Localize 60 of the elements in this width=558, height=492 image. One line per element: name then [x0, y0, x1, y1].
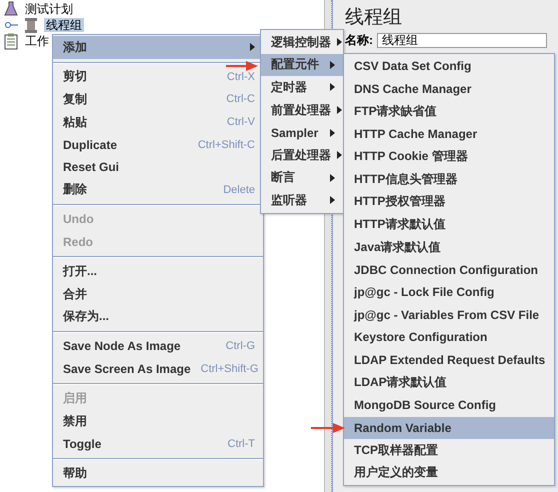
name-field[interactable]: 线程组 — [377, 33, 547, 48]
spool-icon — [23, 16, 39, 34]
menu-item[interactable]: 保存为... — [53, 306, 263, 328]
menu-item[interactable]: 粘贴 Ctrl-V — [53, 110, 263, 134]
menu-item[interactable]: HTTP Cookie 管理器 — [344, 145, 554, 168]
menu-item[interactable]: 打开... — [53, 260, 263, 283]
menu-item[interactable]: jp@gc - Lock File Config — [344, 280, 554, 304]
pointer-arrow — [311, 422, 345, 434]
shortcut-label: Ctrl-T — [228, 438, 255, 450]
flask-icon — [4, 1, 18, 17]
menu-item[interactable]: Duplicate Ctrl+Shift-C — [53, 133, 263, 156]
menu-item[interactable]: Toggle Ctrl-T — [53, 432, 263, 456]
tree-node[interactable]: 工作 — [23, 34, 51, 48]
menu-item[interactable]: Random Variable — [344, 416, 554, 440]
menu-item[interactable]: Save Screen As Image Ctrl+Shift-G — [53, 358, 263, 380]
shortcut-label: Delete — [223, 184, 255, 196]
menu-item[interactable]: jp@gc - Variables From CSV File — [344, 304, 554, 326]
menu-item[interactable]: 帮助 — [53, 462, 263, 485]
panel-title: 线程组 — [345, 7, 403, 29]
menu-item[interactable]: 删除 Delete — [53, 178, 263, 202]
menu-item[interactable]: MongoDB Source Config — [344, 394, 554, 416]
menu-item[interactable]: DNS Cache Manager — [344, 78, 554, 100]
menu-item[interactable]: 复制 Ctrl-C — [53, 88, 263, 111]
menu-item[interactable]: JDBC Connection Configuration — [344, 258, 554, 281]
menu-item[interactable]: 用户定义的变量 — [344, 462, 554, 484]
menu-item[interactable]: LDAP Extended Request Defaults — [344, 348, 554, 372]
tree-connector-icon — [4, 21, 18, 29]
menu-item[interactable]: Keystore Configuration — [344, 326, 554, 349]
menu-item[interactable]: FTP请求缺省值 — [344, 100, 554, 123]
menu-item[interactable]: Sampler — [261, 121, 343, 144]
menu-item[interactable]: 逻辑控制器 — [261, 31, 343, 54]
menu-item[interactable]: 配置元件 — [261, 54, 343, 76]
menu-item[interactable]: Reset Gui — [53, 156, 263, 179]
shortcut-label: Ctrl-X — [226, 70, 255, 83]
menu-item[interactable]: 添加 — [53, 36, 263, 59]
menu-item[interactable]: Save Node As Image Ctrl-G — [53, 335, 263, 358]
clipboard-icon — [4, 32, 18, 50]
name-label: 名称: — [345, 32, 373, 49]
menu-item[interactable]: Java请求默认值 — [344, 236, 554, 258]
tree-node[interactable]: 测试计划 — [23, 2, 75, 16]
menu-item[interactable]: HTTP信息头管理器 — [344, 168, 554, 191]
menu-item[interactable]: 禁用 — [53, 410, 263, 432]
menu-item[interactable]: HTTP授权管理器 — [344, 190, 554, 214]
menu-item[interactable]: LDAP请求默认值 — [344, 371, 554, 394]
tree-node[interactable]: 线程组 — [44, 18, 84, 32]
menu-item[interactable]: HTTP Cache Manager — [344, 122, 554, 146]
shortcut-label: Ctrl-C — [226, 93, 255, 106]
menu-item[interactable]: CSV Data Set Config — [344, 55, 554, 78]
menu-item[interactable]: 合并 — [53, 282, 263, 306]
menu-item[interactable]: 剪切 Ctrl-X — [53, 66, 263, 88]
menu-item[interactable]: 定时器 — [261, 76, 343, 99]
shortcut-label: Ctrl-G — [226, 340, 255, 352]
shortcut-label: Ctrl+Shift-G — [200, 363, 258, 376]
shortcut-label: Ctrl-V — [226, 116, 255, 128]
menu-item[interactable]: TCP取样器配置 — [344, 439, 554, 462]
shortcut-label: Ctrl+Shift-C — [198, 138, 255, 151]
menu-item[interactable]: 监听器 — [261, 189, 343, 212]
menu-item[interactable]: HTTP请求默认值 — [344, 213, 554, 236]
pointer-arrow — [226, 60, 258, 72]
menu-item[interactable]: 断言 — [261, 166, 343, 190]
